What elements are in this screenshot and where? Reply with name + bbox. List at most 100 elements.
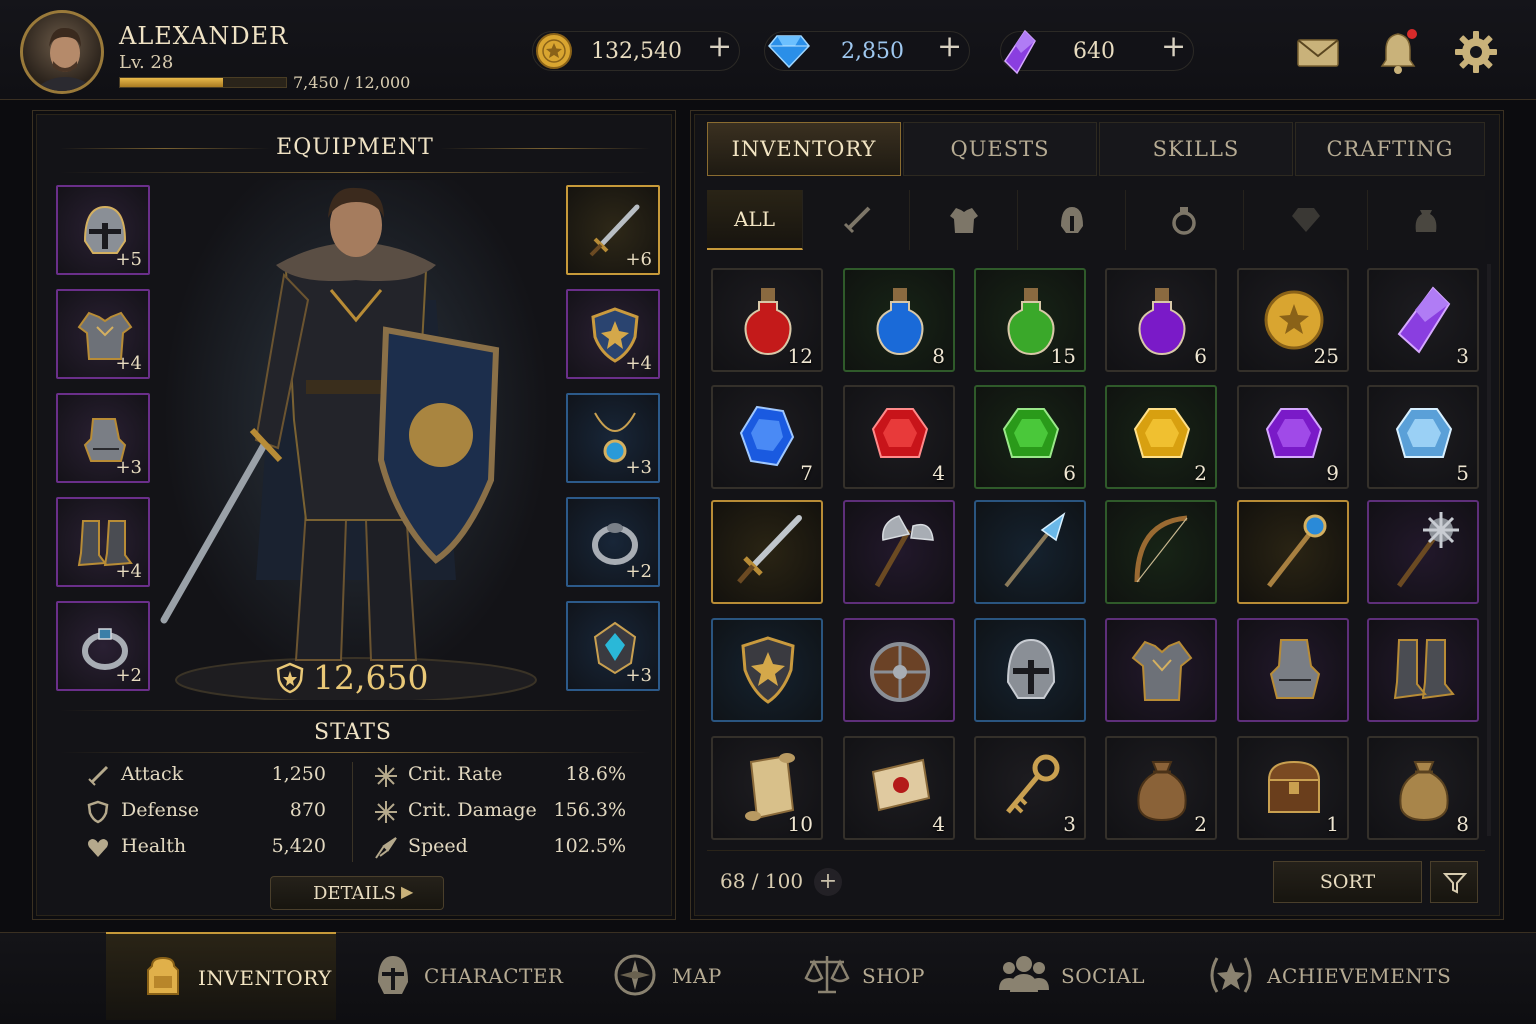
nav-achievements[interactable]: ACHIEVEMENTS [1195,932,1451,1020]
inventory-slot[interactable]: 4 [843,736,955,840]
tab-crafting[interactable]: CRAFTING [1295,122,1485,176]
inventory-slot[interactable] [1237,618,1349,722]
stat-label: Crit. Rate [408,763,503,785]
inventory-slot[interactable]: 25 [1237,268,1349,372]
nav-shop[interactable]: SHOP [790,932,950,1020]
tab-skills[interactable]: SKILLS [1099,122,1293,176]
equip-slot-boots[interactable]: +4 [56,497,150,587]
nav-map[interactable]: MAP [600,932,760,1020]
inventory-slot[interactable]: 6 [1105,268,1217,372]
filter-armor[interactable] [910,190,1018,250]
spear-icon [1004,512,1066,588]
power-rating: 12,650 [313,658,429,697]
inventory-slot[interactable] [711,500,823,604]
inventory-slot[interactable]: 5 [1367,385,1479,489]
nav-character[interactable]: CHARACTER [360,932,570,1020]
equip-bonus: +3 [625,665,652,686]
inventory-slot[interactable]: 4 [843,385,955,489]
nav-label: SHOP [862,964,925,988]
inventory-slot[interactable]: 2 [1105,385,1217,489]
player-avatar[interactable] [20,10,104,94]
inventory-slot[interactable]: 3 [1367,268,1479,372]
item-quantity: 8 [1456,812,1469,836]
inventory-slot[interactable] [1237,500,1349,604]
filter-gems[interactable] [1244,190,1368,250]
inventory-slot[interactable] [1367,500,1479,604]
inventory-slot[interactable]: 7 [711,385,823,489]
item-quantity: 25 [1313,344,1339,368]
weapon-filter-icon [843,206,871,234]
tab-inventory[interactable]: INVENTORY [707,122,901,176]
equip-slot-offhand[interactable]: +4 [566,289,660,379]
equip-slot-gauntlets[interactable]: +3 [56,393,150,483]
item-quantity: 12 [787,344,813,368]
inventory-slot[interactable] [843,618,955,722]
equip-slot-helmet[interactable]: +5 [56,185,150,275]
expand-capacity-button[interactable]: + [814,868,842,896]
filter-rings[interactable] [1126,190,1244,250]
inventory-slot[interactable] [711,618,823,722]
equip-slot-weapon[interactable]: +6 [566,185,660,275]
mail-icon[interactable] [1294,28,1342,76]
nav-social[interactable]: SOCIAL [985,932,1165,1020]
sapphire-icon [739,405,795,467]
sword-icon [737,515,802,584]
tab-quests[interactable]: QUESTS [903,122,1097,176]
stat-label: Health [121,835,187,857]
inventory-slot[interactable]: 6 [974,385,1086,489]
nav-inventory[interactable]: INVENTORY [106,932,336,1020]
inventory-slot[interactable] [1105,500,1217,604]
filter-misc[interactable] [1368,190,1485,250]
divider [60,172,650,173]
bow-icon [1134,515,1188,583]
item-quantity: 8 [932,344,945,368]
inventory-slot[interactable] [974,618,1086,722]
sort-button[interactable]: SORT [1273,861,1422,903]
stat-value: 18.6% [565,763,626,785]
inventory-slot[interactable]: 8 [1367,736,1479,840]
equip-bonus: +2 [115,665,142,686]
filter-helmets[interactable] [1018,190,1126,250]
item-quantity: 3 [1063,812,1076,836]
equip-slot-amulet[interactable]: +3 [566,393,660,483]
filter-weapons[interactable] [803,190,910,250]
shield-icon [741,636,795,704]
inventory-slot[interactable]: 15 [974,268,1086,372]
bell-icon[interactable] [1374,28,1422,76]
stat-value: 5,420 [271,835,326,857]
inventory-slot[interactable] [974,500,1086,604]
nav-label: INVENTORY [198,966,332,990]
add-gems-button[interactable]: + [937,29,962,64]
equip-bonus: +4 [115,561,142,582]
filter-button[interactable] [1430,861,1478,903]
funnel-icon [1443,873,1467,894]
equip-bonus: +4 [115,353,142,374]
inventory-slot[interactable]: 12 [711,268,823,372]
equip-slot-charm[interactable]: +3 [566,601,660,691]
topaz-icon [1133,408,1191,458]
add-crystals-button[interactable]: + [1161,29,1186,64]
equip-slot-ring-2[interactable]: +2 [566,497,660,587]
item-quantity: 9 [1326,461,1339,485]
equip-slot-ring[interactable]: +2 [56,601,150,691]
gem-currency: 2,850 + [764,29,970,71]
add-gold-button[interactable]: + [707,29,732,64]
inventory-slot[interactable] [1367,618,1479,722]
inventory-slot[interactable]: 1 [1237,736,1349,840]
stat-value: 156.3% [553,799,626,821]
inventory-slot[interactable] [843,500,955,604]
equip-slot-chest[interactable]: +4 [56,289,150,379]
filter-all[interactable]: ALL [707,190,803,250]
inventory-slot[interactable]: 10 [711,736,823,840]
scrollbar-track[interactable] [1487,264,1491,836]
gear-icon[interactable] [1452,28,1500,76]
inventory-slot[interactable]: 2 [1105,736,1217,840]
sword-icon [88,765,109,786]
speed-icon [375,837,397,859]
player-level: Lv. 28 [119,52,174,73]
inventory-slot[interactable]: 3 [974,736,1086,840]
inventory-slot[interactable]: 9 [1237,385,1349,489]
details-button[interactable]: DETAILS ▶ [270,876,444,910]
inventory-slot[interactable] [1105,618,1217,722]
inventory-slot[interactable]: 8 [843,268,955,372]
